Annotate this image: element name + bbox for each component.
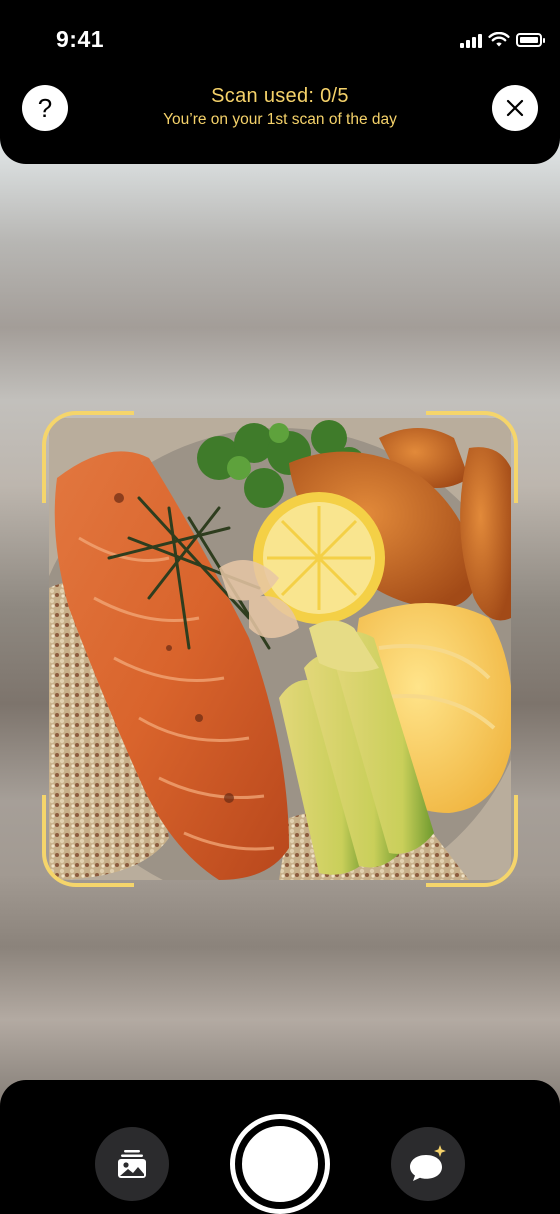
close-button[interactable] [492, 85, 538, 131]
status-time: 9:41 [56, 26, 105, 52]
ai-chat-button[interactable] [391, 1127, 465, 1201]
bottom-bar [0, 1080, 560, 1214]
ai-chat-sparkle-icon [410, 1145, 446, 1181]
scan-frame-corner-top-left [42, 411, 134, 503]
top-bar: 9:41 ? Scan used: 0/5 You’re on your 1st… [0, 0, 560, 164]
wifi-icon [488, 32, 510, 47]
gallery-button[interactable] [95, 1127, 169, 1201]
photo-gallery-icon [118, 1150, 146, 1178]
battery-icon [516, 33, 545, 47]
scan-usage-title: Scan used: 0/5 [211, 85, 349, 107]
scan-usage-subtitle: You’re on your 1st scan of the day [163, 111, 397, 128]
scan-frame-corner-top-right [426, 411, 518, 503]
close-icon [506, 99, 524, 117]
scan-frame-corner-bottom-left [42, 795, 134, 887]
status-icons [460, 30, 545, 50]
shutter-button[interactable] [230, 1114, 330, 1214]
shutter-inner [239, 1123, 321, 1205]
cellular-signal-icon [460, 32, 482, 48]
scan-frame-corner-bottom-right [426, 795, 518, 887]
